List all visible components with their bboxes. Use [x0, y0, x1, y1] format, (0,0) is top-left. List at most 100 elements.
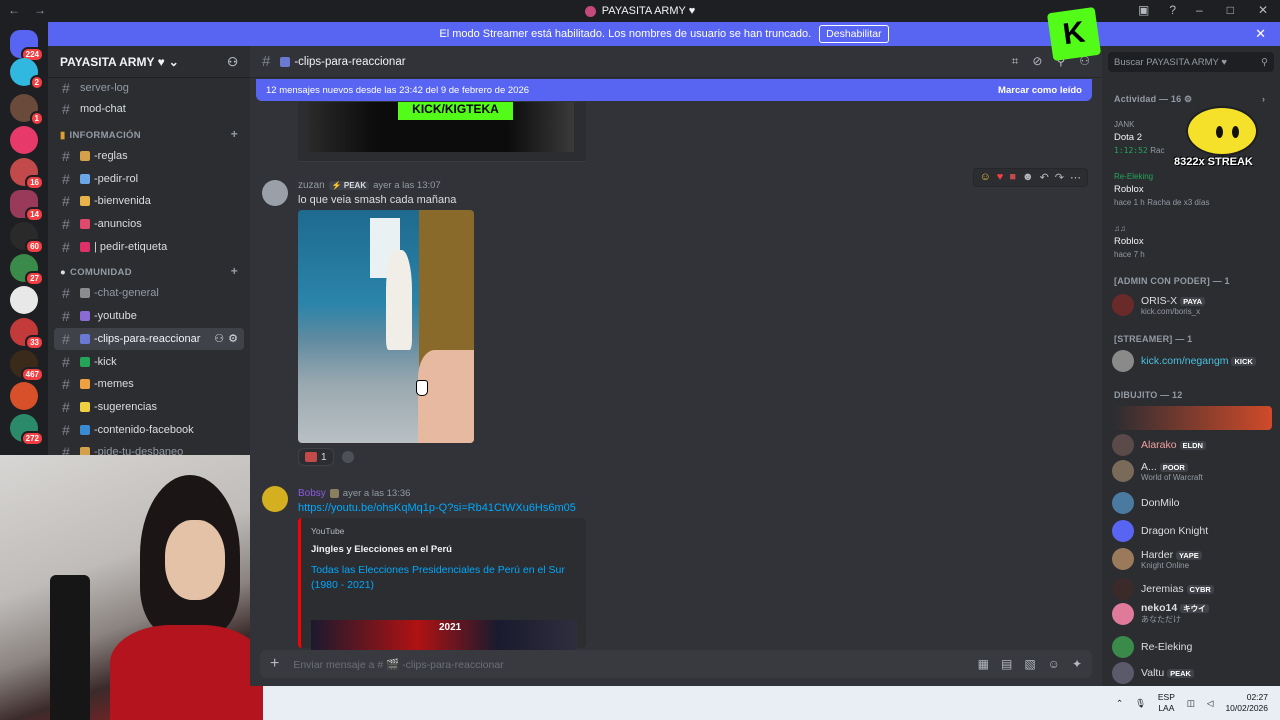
clock[interactable]: 02:27 10/02/2026: [1225, 692, 1268, 714]
clock-time: 02:27: [1246, 692, 1268, 702]
embed-title[interactable]: Todas las Elecciones Presidenciales de P…: [311, 563, 576, 593]
member-item[interactable]: ORIS-X PAYA kick.com/boris_x: [1112, 294, 1276, 316]
close-window-icon[interactable]: ✕: [1258, 3, 1268, 17]
channel-mod-chat[interactable]: # mod-chat: [48, 98, 250, 121]
attach-icon[interactable]: +: [270, 655, 279, 673]
member-item[interactable]: DonMilo: [1112, 492, 1276, 514]
message-composer[interactable]: + Enviar mensaje a # 🎬 -clips-para-reacc…: [260, 650, 1092, 678]
channel-contenido-facebook[interactable]: # -contenido-facebook: [48, 418, 250, 441]
server-icon[interactable]: 2: [10, 58, 44, 90]
home-button[interactable]: 224: [10, 30, 44, 62]
volume-icon[interactable]: ◁: [1207, 698, 1214, 709]
language-indicator[interactable]: ESP LAA: [1158, 692, 1175, 714]
channel-memes[interactable]: # -memes: [48, 373, 250, 396]
add-reaction-icon[interactable]: [342, 451, 354, 463]
gif-icon[interactable]: ▤: [1001, 657, 1012, 671]
new-messages-bar[interactable]: 12 mensajes nuevos desde las 23:42 del 9…: [256, 79, 1092, 101]
heart-icon[interactable]: ♥: [997, 171, 1004, 184]
server-icon[interactable]: [10, 382, 38, 410]
channel-anuncios[interactable]: # -anuncios: [48, 213, 250, 236]
reaction-emoji-icon[interactable]: ☺: [980, 171, 991, 184]
forward-icon[interactable]: →: [34, 3, 46, 17]
gear-icon[interactable]: ⚙: [1184, 94, 1192, 104]
message-author[interactable]: Bobsy: [298, 488, 326, 499]
add-member-icon[interactable]: ⚇: [227, 55, 238, 69]
add-channel-icon[interactable]: +: [231, 127, 238, 141]
server-icon[interactable]: 16: [10, 158, 44, 190]
channel-pedir-etiqueta[interactable]: # | pedir-etiqueta: [48, 235, 250, 258]
chevron-right-icon[interactable]: ›: [1262, 94, 1265, 104]
minimize-icon[interactable]: –: [1196, 3, 1203, 17]
mute-icon[interactable]: ⊘: [1032, 54, 1042, 69]
help-icon[interactable]: ?: [1169, 3, 1176, 17]
channel-chat-general[interactable]: # -chat-general: [48, 282, 250, 305]
maximize-icon[interactable]: □: [1227, 3, 1234, 17]
more-icon[interactable]: ⋯: [1070, 171, 1081, 184]
search-input[interactable]: Buscar PAYASITA ARMY ♥ ⚲: [1108, 52, 1274, 72]
member-item[interactable]: Valtu PEAK: [1112, 662, 1276, 684]
channel-reglas[interactable]: # -reglas: [48, 145, 250, 168]
channel-kick[interactable]: # -kick: [48, 350, 250, 373]
mascot-eye: [1216, 126, 1223, 138]
channel-youtube[interactable]: # -youtube: [48, 305, 250, 328]
gear-icon[interactable]: ⚙: [228, 332, 238, 345]
reaction-custom-icon[interactable]: ■: [1009, 171, 1016, 184]
reply-icon[interactable]: ↶: [1040, 171, 1049, 184]
server-header[interactable]: PAYASITA ARMY ♥ ⌄ ⚇: [48, 46, 250, 78]
server-icon[interactable]: 1: [10, 94, 44, 126]
server-icon[interactable]: 467: [10, 350, 44, 382]
category-informacion[interactable]: ▮ INFORMACIÓN +: [48, 121, 250, 145]
member-item[interactable]: kick.com/negangm KICK: [1112, 350, 1276, 372]
server-icon[interactable]: [10, 286, 38, 314]
channel-server-log[interactable]: # server-log: [48, 78, 250, 98]
message-image[interactable]: [298, 210, 474, 443]
sticker-icon[interactable]: ▧: [1024, 657, 1035, 671]
channel-bienvenida[interactable]: # -bienvenida: [48, 190, 250, 213]
mic-icon[interactable]: 🎙: [1135, 698, 1146, 709]
add-reaction-icon[interactable]: ☻: [1022, 171, 1034, 184]
disable-streamer-button[interactable]: Deshabilitar: [819, 25, 889, 43]
member-item[interactable]: A... POOR World of Warcraft: [1112, 460, 1276, 482]
member-item[interactable]: Harder YAPE Knight Online: [1112, 548, 1276, 570]
server-icon[interactable]: 60: [10, 222, 44, 254]
mark-read-button[interactable]: Marcar como leído: [998, 85, 1082, 96]
category-comunidad[interactable]: ● COMUNIDAD +: [48, 258, 250, 282]
member-item[interactable]: Dragon Knight: [1112, 520, 1276, 542]
close-banner-icon[interactable]: ✕: [1255, 26, 1266, 42]
member-item[interactable]: Re-Eleking: [1112, 636, 1276, 658]
activity-card[interactable]: JANK Dota 2 1:12:52 Rac: [1114, 118, 1164, 157]
message-link[interactable]: https://youtu.be/ohsKqMq1p-Q?si=Rb41CtWX…: [298, 502, 576, 514]
channel-pide-tu-desbaneo[interactable]: # -pide-tu-desbaneo: [48, 441, 250, 455]
network-icon[interactable]: ◫: [1187, 698, 1195, 709]
channel-clips-para-reaccionar[interactable]: # -clips-para-reaccionar ⚇ ⚙: [54, 327, 244, 351]
avatar[interactable]: [262, 180, 288, 206]
member-item[interactable]: Jeremias CYBR: [1112, 578, 1276, 600]
chevron-up-icon[interactable]: ⌃: [1116, 698, 1123, 709]
embed-author[interactable]: Jingles y Elecciones en el Perú: [311, 544, 576, 555]
apps-icon[interactable]: ✦: [1072, 657, 1082, 671]
server-icon[interactable]: [10, 126, 38, 154]
invite-icon[interactable]: ⚇: [214, 332, 224, 345]
server-icon[interactable]: 272: [10, 414, 44, 446]
forward-icon[interactable]: ↷: [1055, 171, 1064, 184]
member-item[interactable]: neko14 キウイ あなただけ: [1112, 602, 1276, 625]
channel-pedir-rol[interactable]: # -pedir-rol: [48, 167, 250, 190]
composer-placeholder[interactable]: Enviar mensaje a # 🎬 -clips-para-reaccio…: [293, 658, 503, 671]
avatar: [1112, 662, 1134, 684]
member-item[interactable]: Alarako ELDN: [1112, 434, 1276, 456]
channel-sugerencias[interactable]: # -sugerencias: [48, 396, 250, 419]
server-icon-active[interactable]: 14: [10, 190, 44, 222]
avatar[interactable]: [262, 486, 288, 512]
threads-icon[interactable]: ⌗: [1012, 54, 1019, 69]
reaction-pill[interactable]: 1: [298, 448, 334, 466]
emoji-icon[interactable]: ☺: [1048, 657, 1060, 671]
message-author[interactable]: zuzan: [298, 180, 325, 191]
back-icon[interactable]: ←: [8, 3, 20, 17]
server-icon[interactable]: 27: [10, 254, 44, 286]
activity-card[interactable]: Re-Eleking Roblox hace 1 h Racha de x3 d…: [1114, 170, 1209, 209]
inbox-icon[interactable]: ▣: [1138, 3, 1149, 17]
add-channel-icon[interactable]: +: [231, 264, 238, 278]
gift-icon[interactable]: ▦: [978, 657, 989, 671]
activity-card[interactable]: ♫♫ Roblox hace 7 h: [1114, 222, 1145, 261]
server-icon[interactable]: 33: [10, 318, 44, 350]
